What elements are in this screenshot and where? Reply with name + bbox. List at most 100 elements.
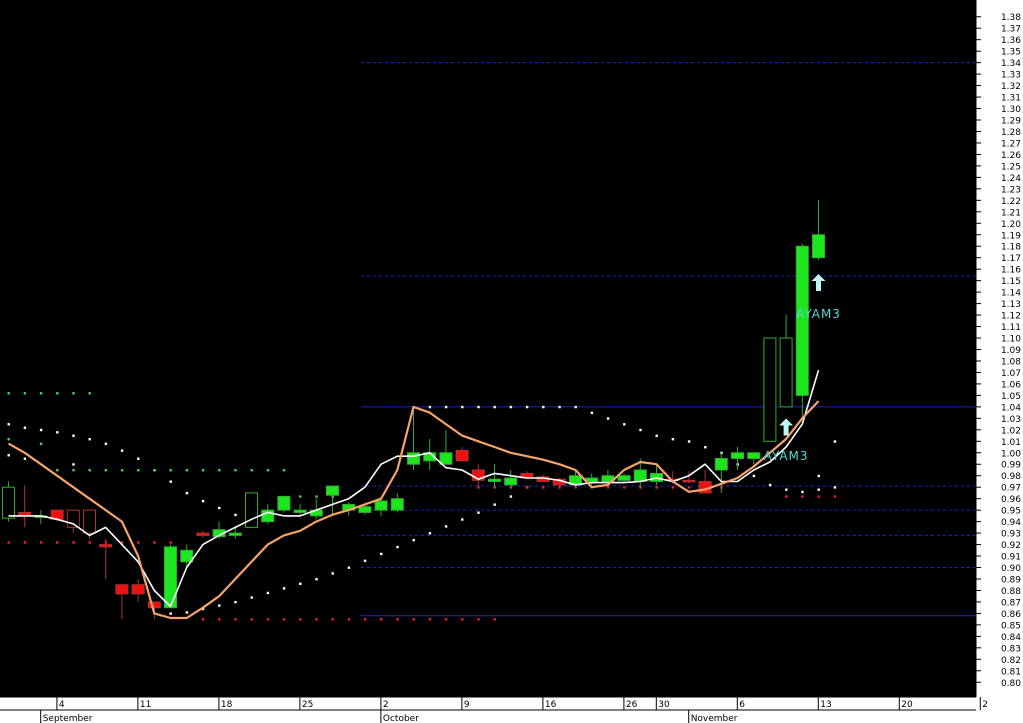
stop-dot-white	[185, 611, 189, 614]
stop-dot-white	[461, 518, 464, 521]
candle-body	[358, 506, 372, 513]
candle-body	[617, 475, 631, 481]
stop-dot-green	[104, 468, 108, 472]
plot-area-background	[0, 0, 976, 697]
stop-dot-white	[250, 596, 253, 599]
price-tick-label: 1.25	[1001, 162, 1021, 172]
stop-dot-white	[655, 434, 658, 437]
price-tick-label: 1.13	[1001, 300, 1021, 310]
stop-dot-white	[23, 457, 27, 460]
price-tick-label: 1.05	[1001, 392, 1021, 402]
stop-dot-white	[347, 566, 351, 569]
stop-dot-green	[250, 468, 253, 472]
stop-dot-red	[282, 618, 286, 621]
stop-dot-red	[218, 618, 221, 621]
stop-dot-white	[39, 428, 43, 432]
stop-dot-green	[234, 468, 237, 472]
signal-label: AYAM3	[796, 307, 841, 321]
stop-dot-green	[72, 468, 75, 472]
candle-body	[682, 479, 696, 483]
stop-dot-red	[493, 618, 496, 621]
price-tick-label: 1.38	[1001, 13, 1021, 23]
candle-body	[439, 452, 453, 465]
stop-dot-green	[39, 442, 43, 445]
price-tick-label: 1.20	[1001, 220, 1021, 230]
stop-dot-white	[477, 405, 480, 409]
stop-dot-white	[558, 405, 561, 409]
stop-dot-white	[639, 428, 642, 432]
candle-body	[99, 544, 113, 548]
candle-body	[374, 500, 388, 511]
stop-dot-red	[363, 618, 367, 621]
stop-dot-white	[509, 495, 513, 498]
price-tick-label: 1.21	[1001, 208, 1021, 218]
price-tick-label: 0.97	[1001, 484, 1021, 494]
signal-label: AYAM3	[764, 449, 809, 463]
stop-dot-white	[461, 405, 464, 409]
price-tick-label: 1.08	[1001, 357, 1021, 367]
stop-dot-white	[542, 405, 545, 409]
price-tick-label: 1.26	[1001, 151, 1021, 161]
stop-dot-white	[428, 405, 432, 409]
stop-dot-red	[833, 495, 837, 498]
candle-body	[390, 498, 404, 511]
stop-dot-white	[380, 552, 383, 556]
price-tick-label: 1.29	[1001, 117, 1021, 127]
stop-dot-white	[606, 417, 610, 420]
stop-dot-red	[477, 618, 480, 621]
stop-dot-white	[72, 463, 75, 466]
date-tick-label: 26	[626, 700, 638, 710]
candle-body	[326, 485, 339, 496]
price-chart: AYAM3 AYAM3 1.38 1.371.36 1.351.34 1.331.32 1…	[0, 0, 1023, 723]
candle-body	[2, 486, 15, 519]
price-tick-label: 0.82	[1001, 656, 1021, 666]
stop-dot-white	[671, 438, 675, 441]
candle-body	[731, 452, 744, 460]
price-tick-label: 1.12	[1001, 312, 1021, 322]
price-tick-label: 1.35	[1001, 48, 1021, 58]
stop-dot-red	[396, 618, 399, 621]
candle-body	[455, 449, 469, 462]
date-tick-label: 2	[982, 700, 988, 710]
candle-body	[488, 478, 501, 482]
stop-dot-red	[542, 486, 545, 489]
stop-dot-red	[201, 618, 205, 621]
stop-dot-red	[39, 541, 43, 544]
price-tick-label: 1.24	[1001, 174, 1021, 184]
stop-dot-white	[493, 405, 496, 409]
stop-dot-white	[7, 423, 10, 426]
date-tick-label: 9	[464, 700, 470, 710]
stop-dot-red	[380, 618, 383, 621]
stop-dot-white	[7, 454, 10, 457]
price-tick-label: 1.36	[1001, 36, 1021, 46]
price-tick-label: 0.87	[1001, 598, 1021, 608]
stop-dot-green	[299, 495, 302, 498]
stop-dot-red	[444, 618, 448, 621]
price-tick-label: 0.90	[1001, 564, 1021, 574]
price-tick-label: 0.99	[1001, 461, 1021, 471]
date-tick-label: 16	[545, 700, 557, 710]
price-tick-label: 1.28	[1001, 128, 1021, 138]
price-tick-label: 1.02	[1001, 426, 1021, 436]
stop-dot-green	[169, 468, 172, 472]
stop-dot-white	[768, 483, 772, 487]
price-tick-label: 0.86	[1001, 610, 1021, 620]
price-tick-label: 1.00	[1001, 449, 1021, 459]
price-tick-label: 0.92	[1001, 541, 1021, 551]
candle-body	[812, 234, 825, 259]
stop-dot-green	[137, 468, 140, 472]
stop-dot-red	[655, 486, 658, 489]
price-tick-label: 0.89	[1001, 575, 1021, 585]
stop-dot-red	[137, 541, 140, 544]
stop-dot-white	[574, 405, 577, 409]
stop-dot-white	[169, 612, 172, 615]
stop-dot-white	[817, 474, 820, 478]
stop-dot-white	[493, 503, 496, 506]
date-tick-label: 6	[739, 700, 745, 710]
candle-body	[779, 337, 793, 408]
stop-dot-white	[169, 480, 172, 483]
price-tick-label: 1.10	[1001, 335, 1021, 345]
price-tick-label: 1.09	[1001, 346, 1021, 356]
price-tick-label: 1.34	[1001, 59, 1021, 69]
candle-body	[633, 469, 647, 482]
